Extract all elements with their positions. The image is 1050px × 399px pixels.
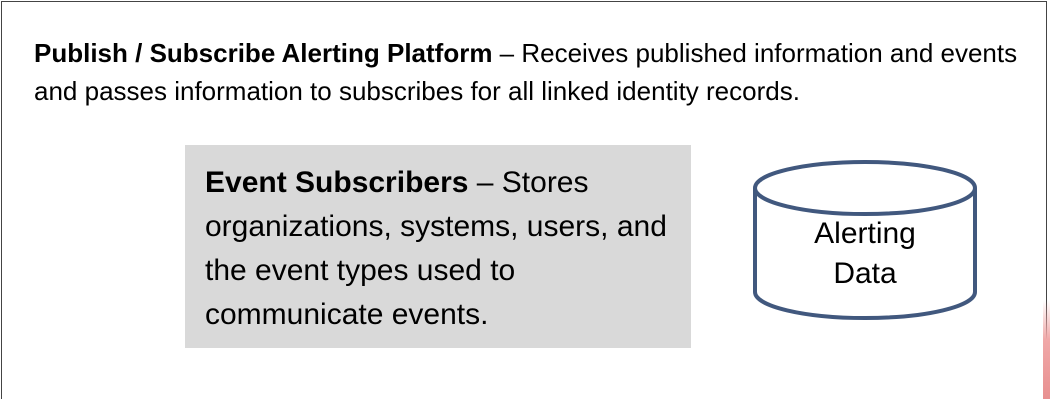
cylinder-top bbox=[753, 160, 977, 216]
alerting-data-label: Alerting Data bbox=[752, 214, 978, 294]
platform-title: Publish / Subscribe Alerting Platform bbox=[34, 38, 493, 68]
event-subscribers-title: Event Subscribers bbox=[205, 166, 469, 199]
alerting-data-line1: Alerting bbox=[814, 217, 916, 250]
edge-accent bbox=[1043, 300, 1050, 399]
alerting-data-line2: Data bbox=[833, 257, 897, 290]
event-subscribers-box: Event Subscribers – Stores organizations… bbox=[185, 145, 691, 348]
platform-description: Publish / Subscribe Alerting Platform – … bbox=[34, 34, 1034, 110]
event-subscribers-description: Event Subscribers – Stores organizations… bbox=[205, 161, 691, 337]
